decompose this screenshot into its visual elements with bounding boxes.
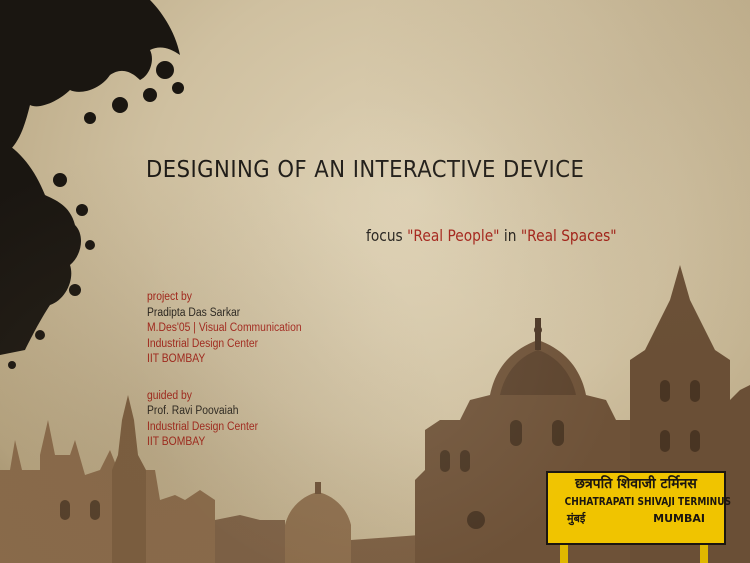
subtitle-real-people: "Real People" xyxy=(407,226,500,245)
guide-university: IIT BOMBAY xyxy=(147,436,206,448)
author-institute: Industrial Design Center xyxy=(147,337,259,350)
credits-block: project by Pradipta Das Sarkar M.Des'05 … xyxy=(147,290,302,451)
sign-city-devanagari: मुंबई xyxy=(567,512,586,525)
page-title: DESIGNING OF AN INTERACTIVE DEVICE xyxy=(146,157,585,183)
subtitle-real-spaces: "Real Spaces" xyxy=(520,226,617,245)
author-university: IIT BOMBAY xyxy=(147,353,206,365)
guide-heading: guided by xyxy=(147,389,192,402)
author-program: M.Des'05 | Visual Communication xyxy=(147,322,302,334)
project-heading: project by xyxy=(147,291,192,303)
guide-name: Prof. Ravi Poovaiah xyxy=(147,405,239,417)
guide-institute: Industrial Design Center xyxy=(147,420,259,433)
subtitle: focus "Real People" in "Real Spaces" xyxy=(366,226,617,245)
station-sign-text: छत्रपति शिवाजी टर्मिनस CHHATRAPATI SHIVA… xyxy=(549,474,732,542)
sign-line-devanagari: छत्रपति शिवाजी टर्मिनस xyxy=(575,476,697,492)
sign-city-english: MUMBAI xyxy=(653,512,705,525)
author-name: Pradipta Das Sarkar xyxy=(147,306,241,319)
subtitle-focus: focus xyxy=(366,226,403,245)
sign-line-english: CHHATRAPATI SHIVAJI TERMINUS xyxy=(564,495,732,508)
subtitle-in: in xyxy=(503,226,517,245)
slide-background: छत्रपति शिवाजी टर्मिनस CHHATRAPATI SHIVA… xyxy=(0,0,750,563)
